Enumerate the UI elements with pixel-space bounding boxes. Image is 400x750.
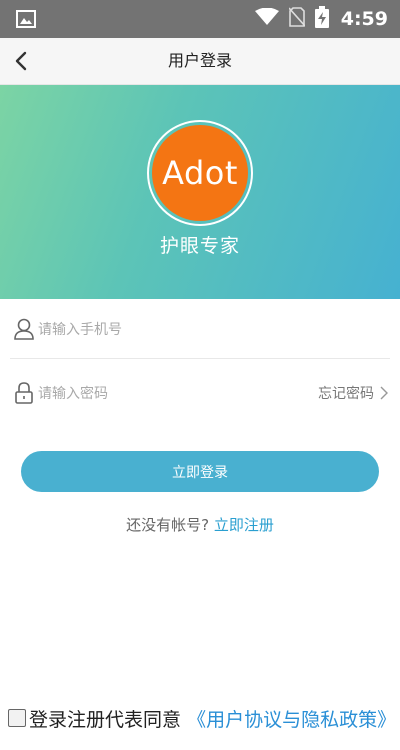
agreement-text: 登录注册代表同意 xyxy=(29,709,182,731)
forgot-password-link[interactable]: 忘记密码 xyxy=(318,383,388,403)
status-icons: 4:59 xyxy=(254,0,388,38)
login-button[interactable]: 立即登录 xyxy=(21,451,379,492)
register-link[interactable]: 立即注册 xyxy=(214,516,274,534)
hero-banner: Adot 护眼专家 xyxy=(0,85,400,299)
chevron-right-icon xyxy=(380,386,388,400)
no-account-text: 还没有帐号? xyxy=(126,516,210,534)
phone-placeholder: 请输入手机号 xyxy=(38,322,122,338)
password-placeholder: 请输入密码 xyxy=(38,386,108,402)
policy-link[interactable]: 《用户协议与隐私政策》 xyxy=(187,709,396,731)
no-sim-icon xyxy=(288,7,306,31)
phone-field[interactable]: 请输入手机号 xyxy=(10,300,390,359)
register-row: 还没有帐号? 立即注册 xyxy=(0,514,400,535)
agree-checkbox[interactable] xyxy=(8,709,26,727)
app-name: 护眼专家 xyxy=(159,235,240,257)
app-logo: Adot xyxy=(152,125,248,221)
password-field[interactable]: 请输入密码 忘记密码 xyxy=(10,364,390,422)
wifi-icon xyxy=(254,7,279,30)
lock-icon xyxy=(14,382,34,408)
nav-bar: 用户登录 xyxy=(0,38,400,85)
user-icon xyxy=(14,318,34,344)
page-title: 用户登录 xyxy=(167,51,232,70)
image-icon xyxy=(16,10,36,32)
agreement-row: 登录注册代表同意 《用户协议与隐私政策》 xyxy=(8,706,400,734)
forgot-password-label: 忘记密码 xyxy=(318,386,374,402)
status-bar: 4:59 xyxy=(0,0,400,38)
status-time: 4:59 xyxy=(340,8,388,30)
logo-ring: Adot xyxy=(147,120,253,226)
battery-charging-icon xyxy=(314,6,329,32)
